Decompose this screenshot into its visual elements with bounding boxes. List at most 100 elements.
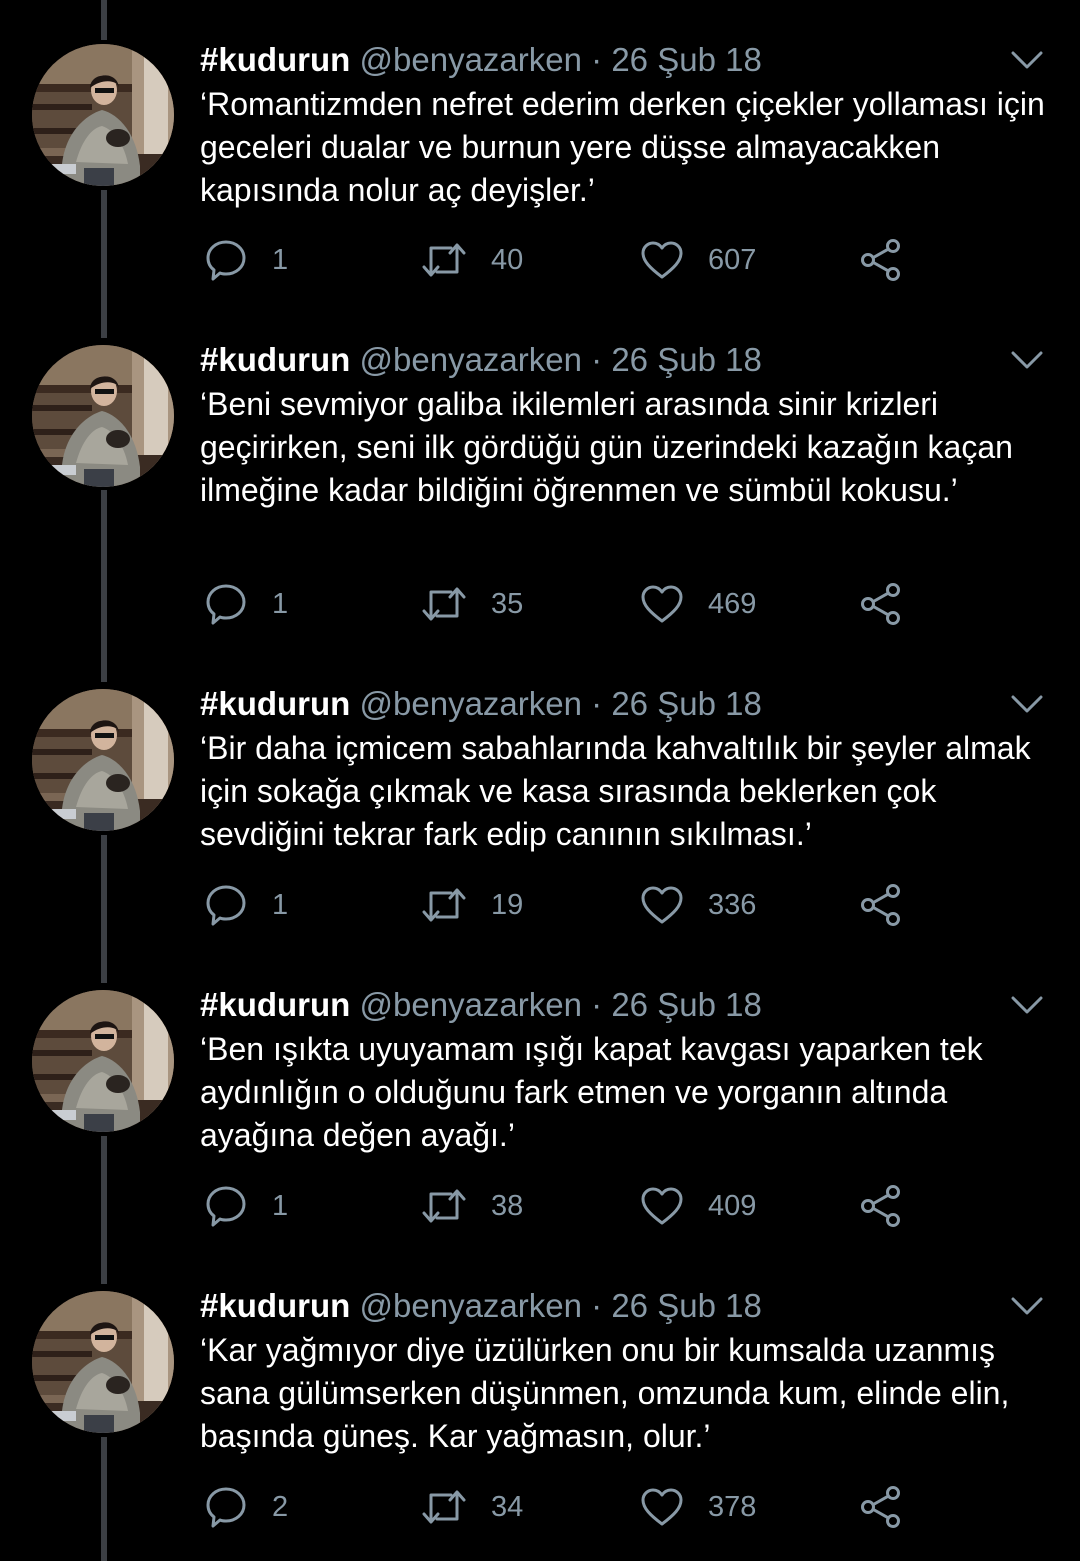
avatar-image [32,44,174,186]
separator: · [591,685,603,722]
avatar-image [32,990,174,1132]
retweet-count: 38 [491,1189,524,1222]
reply-button[interactable]: 1 [204,237,288,283]
share-icon [861,583,900,625]
reply-button[interactable]: 1 [204,581,288,627]
user-handle[interactable]: @benyazarken [360,685,582,722]
like-count: 607 [708,243,757,276]
reply-icon [206,240,246,281]
tweet-text: ‘Ben ışıkta uyuyamam ışığı kapat kavgası… [200,1031,983,1153]
avatar[interactable] [32,689,174,831]
tweet-date[interactable]: 26 Şub 18 [611,341,761,378]
user-handle[interactable]: @benyazarken [360,986,582,1023]
retweet-count: 34 [491,1490,524,1523]
avatar-image [32,345,174,487]
chevron-down-icon [1011,1297,1043,1315]
retweet-button[interactable]: 19 [421,882,523,928]
reply-button[interactable]: 1 [204,882,288,928]
retweet-count: 35 [491,587,524,620]
chevron-down-icon [1011,51,1043,69]
share-button[interactable] [858,1484,904,1530]
avatar[interactable] [32,990,174,1132]
tweet-date[interactable]: 26 Şub 18 [611,685,761,722]
heart-icon [641,886,683,924]
share-icon [861,1185,900,1227]
tweet-header: #kudurun @benyazarken · 26 Şub 18 [200,40,762,80]
separator: · [591,41,603,78]
tweet-menu-button[interactable] [1010,993,1044,1017]
share-button[interactable] [858,882,904,928]
like-count: 409 [708,1189,757,1222]
tweet-date[interactable]: 26 Şub 18 [611,986,761,1023]
retweet-icon [422,1189,466,1223]
separator: · [591,341,603,378]
display-name[interactable]: #kudurun [200,986,350,1023]
retweet-icon [422,587,466,621]
avatar[interactable] [32,345,174,487]
chevron-down-icon [1011,695,1043,713]
avatar-image [32,1291,174,1433]
like-button[interactable]: 607 [640,237,756,283]
tweet-header: #kudurun @benyazarken · 26 Şub 18 [200,985,762,1025]
thread-line [101,0,107,40]
reply-icon [206,1186,246,1227]
display-name[interactable]: #kudurun [200,341,350,378]
retweet-icon [422,1490,466,1524]
tweet-menu-button[interactable] [1010,48,1044,72]
tweet-text: ‘Kar yağmıyor diye üzülürken onu bir kum… [200,1332,1010,1454]
avatar-image [32,689,174,831]
tweet-actions: 1 35 469 [0,581,1080,627]
avatar[interactable] [32,44,174,186]
share-button[interactable] [858,581,904,627]
tweet-actions: 1 38 409 [0,1183,1080,1229]
like-button[interactable]: 378 [640,1484,756,1530]
tweet-date[interactable]: 26 Şub 18 [611,1287,761,1324]
user-handle[interactable]: @benyazarken [360,41,582,78]
tweet-menu-button[interactable] [1010,692,1044,716]
display-name[interactable]: #kudurun [200,1287,350,1324]
share-button[interactable] [858,1183,904,1229]
reply-count: 1 [272,243,289,276]
retweet-button[interactable]: 35 [421,581,523,627]
reply-button[interactable]: 2 [204,1484,288,1530]
tweet-actions: 1 40 607 [0,237,1080,283]
reply-count: 1 [272,888,289,921]
tweet-date[interactable]: 26 Şub 18 [611,41,761,78]
tweet-menu-button[interactable] [1010,1294,1044,1318]
avatar[interactable] [32,1291,174,1433]
retweet-button[interactable]: 34 [421,1484,523,1530]
user-handle[interactable]: @benyazarken [360,341,582,378]
heart-icon [641,585,683,623]
like-button[interactable]: 469 [640,581,756,627]
display-name[interactable]: #kudurun [200,41,350,78]
share-icon [861,239,900,281]
tweet-menu-button[interactable] [1010,348,1044,372]
share-icon [861,884,900,926]
chevron-down-icon [1011,996,1043,1014]
tweet-header: #kudurun @benyazarken · 26 Şub 18 [200,684,762,724]
user-handle[interactable]: @benyazarken [360,1287,582,1324]
tweet-text: ‘Bir daha içmicem sabahlarında kahvaltıl… [200,730,1031,852]
like-count: 469 [708,587,757,620]
display-name[interactable]: #kudurun [200,685,350,722]
heart-icon [641,241,683,279]
reply-button[interactable]: 1 [204,1183,288,1229]
retweet-icon [422,243,466,277]
separator: · [591,986,603,1023]
retweet-button[interactable]: 38 [421,1183,523,1229]
retweet-count: 40 [491,243,524,276]
tweet-text: ‘Beni sevmiyor galiba ikilemleri arasınd… [200,386,1013,508]
retweet-icon [422,888,466,922]
retweet-count: 19 [491,888,524,921]
heart-icon [641,1488,683,1526]
like-button[interactable]: 409 [640,1183,756,1229]
share-button[interactable] [858,237,904,283]
reply-count: 1 [272,587,289,620]
retweet-button[interactable]: 40 [421,237,523,283]
chevron-down-icon [1011,351,1043,369]
like-count: 378 [708,1490,757,1523]
reply-count: 2 [272,1490,289,1523]
like-button[interactable]: 336 [640,882,756,928]
reply-count: 1 [272,1189,289,1222]
tweet-text: ‘Romantizmden nefret ederim derken çiçek… [200,86,1045,208]
